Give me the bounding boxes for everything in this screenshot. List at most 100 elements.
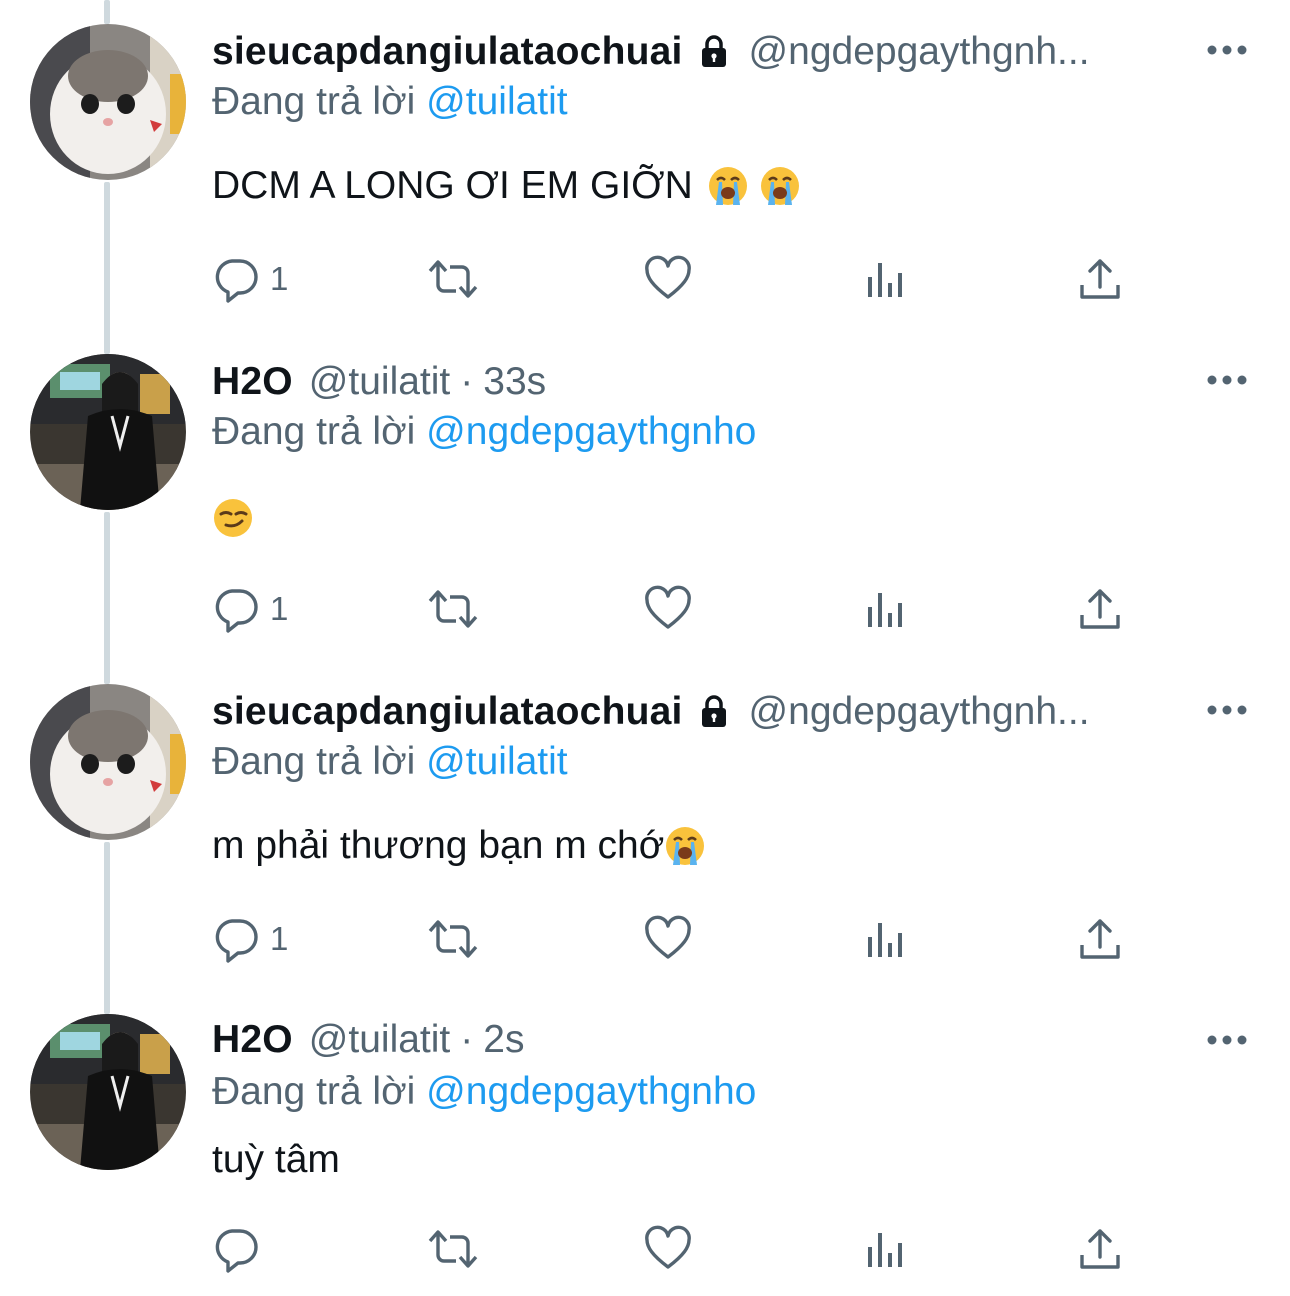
replying-to: Đang trả lời @tuilatit (212, 80, 568, 124)
reply-button[interactable]: 1 (212, 584, 288, 634)
user-handle[interactable]: @tuilatit (309, 1018, 450, 1062)
tweet-text: DCM A LONG ƠI EM GIỠN (212, 162, 801, 210)
more-icon[interactable] (1206, 703, 1248, 717)
views-icon (868, 923, 902, 957)
avatar[interactable] (30, 354, 186, 510)
separator: · (460, 1018, 474, 1061)
tweet-text-content: DCM A LONG ƠI EM GIỠN (212, 164, 693, 207)
views-button[interactable] (862, 254, 910, 304)
tweet-text (212, 494, 254, 542)
girl-avatar (30, 1014, 186, 1170)
share-button[interactable] (1076, 584, 1124, 634)
heart-icon (645, 1225, 691, 1269)
reply-count: 1 (270, 260, 289, 297)
reply-prefix: Đang trả lời (212, 1070, 416, 1113)
mention-link[interactable]: @tuilatit (426, 80, 567, 123)
tweet[interactable]: H2O @tuilatit · 33s Đang trả lời @ngdepg… (0, 330, 1290, 660)
retweet-button[interactable] (426, 914, 480, 964)
reply-icon (215, 919, 258, 963)
loudly-crying-face-icon (759, 165, 801, 207)
replying-to: Đang trả lời @tuilatit (212, 740, 568, 784)
mention-link[interactable]: @tuilatit (426, 740, 567, 783)
views-button[interactable] (862, 1224, 910, 1274)
display-name[interactable]: H2O (212, 360, 293, 404)
timestamp[interactable]: 33s (483, 360, 546, 404)
like-button[interactable] (644, 914, 692, 964)
mention-link[interactable]: @ngdepgaythgnho (426, 1070, 756, 1113)
heart-icon (645, 255, 691, 299)
heart-icon (645, 585, 691, 629)
display-name[interactable]: sieucapdangiulataochuai (212, 30, 683, 74)
share-icon (1080, 1229, 1120, 1269)
reply-button[interactable]: 1 (212, 254, 288, 304)
tweet-text-content: m phải thương bạn m chớ (212, 824, 665, 867)
tweet[interactable]: H2O @tuilatit · 2s Đang trả lời @ngdepga… (0, 990, 1290, 1296)
retweet-button[interactable] (426, 584, 480, 634)
reply-count: 1 (270, 920, 289, 957)
share-button[interactable] (1076, 914, 1124, 964)
user-handle[interactable]: @ngdepgaythgnh... (749, 690, 1090, 734)
reply-button[interactable]: 1 (212, 914, 288, 964)
tweet-actions (212, 1224, 1152, 1274)
more-icon[interactable] (1206, 1033, 1248, 1047)
reply-icon (215, 589, 258, 633)
tweet-header: sieucapdangiulataochuai @ngdepgaythgnh..… (212, 26, 1090, 78)
reply-prefix: Đang trả lời (212, 410, 416, 453)
reply-prefix: Đang trả lời (212, 740, 416, 783)
heart-icon (645, 915, 691, 959)
replying-to: Đang trả lời @ngdepgaythgnho (212, 410, 756, 454)
views-icon (868, 263, 902, 297)
display-name[interactable]: H2O (212, 1018, 293, 1062)
views-button[interactable] (862, 914, 910, 964)
avatar[interactable] (30, 684, 186, 840)
tweet-text: tuỳ tâm (212, 1136, 340, 1184)
retweet-icon (428, 1230, 478, 1268)
retweet-button[interactable] (426, 1224, 480, 1274)
retweet-icon (428, 260, 478, 298)
girl-avatar (30, 354, 186, 510)
timestamp[interactable]: 2s (483, 1018, 524, 1062)
tweet-actions: 1 (212, 254, 1152, 304)
loudly-crying-face-icon (664, 825, 706, 867)
lock-icon (695, 693, 733, 731)
tweet-header: H2O @tuilatit · 33s (212, 356, 546, 408)
reply-button[interactable] (212, 1224, 270, 1274)
user-handle[interactable]: @ngdepgaythgnh... (749, 30, 1090, 74)
loudly-crying-face-icon (707, 165, 749, 207)
mention-link[interactable]: @ngdepgaythgnho (426, 410, 756, 453)
lock-icon (695, 33, 733, 71)
reply-icon (215, 259, 258, 303)
tweet-header: sieucapdangiulataochuai @ngdepgaythgnh..… (212, 686, 1090, 738)
cat-avatar (30, 24, 186, 180)
tweet-actions: 1 (212, 914, 1152, 964)
share-button[interactable] (1076, 1224, 1124, 1274)
like-button[interactable] (644, 584, 692, 634)
display-name[interactable]: sieucapdangiulataochuai (212, 690, 683, 734)
avatar[interactable] (30, 1014, 186, 1170)
views-icon (868, 593, 902, 627)
tweet-actions: 1 (212, 584, 1152, 634)
tweet-text-content: tuỳ tâm (212, 1138, 340, 1181)
share-icon (1080, 589, 1120, 629)
user-handle[interactable]: @tuilatit (309, 360, 450, 404)
replying-to: Đang trả lời @ngdepgaythgnho (212, 1070, 756, 1114)
reply-icon (215, 1229, 258, 1273)
like-button[interactable] (644, 254, 692, 304)
avatar[interactable] (30, 24, 186, 180)
more-icon[interactable] (1206, 43, 1248, 57)
tweet-header: H2O @tuilatit · 2s (212, 1014, 524, 1066)
share-icon (1080, 919, 1120, 959)
smirking-face-icon (212, 497, 254, 539)
retweet-icon (428, 920, 478, 958)
separator: · (460, 360, 474, 403)
tweet-text: m phải thương bạn m chớ (212, 822, 706, 870)
cat-avatar (30, 684, 186, 840)
retweet-button[interactable] (426, 254, 480, 304)
tweet[interactable]: sieucapdangiulataochuai @ngdepgaythgnh..… (0, 0, 1290, 330)
share-button[interactable] (1076, 254, 1124, 304)
like-button[interactable] (644, 1224, 692, 1274)
more-icon[interactable] (1206, 373, 1248, 387)
retweet-icon (428, 590, 478, 628)
views-button[interactable] (862, 584, 910, 634)
tweet[interactable]: sieucapdangiulataochuai @ngdepgaythgnh..… (0, 660, 1290, 990)
